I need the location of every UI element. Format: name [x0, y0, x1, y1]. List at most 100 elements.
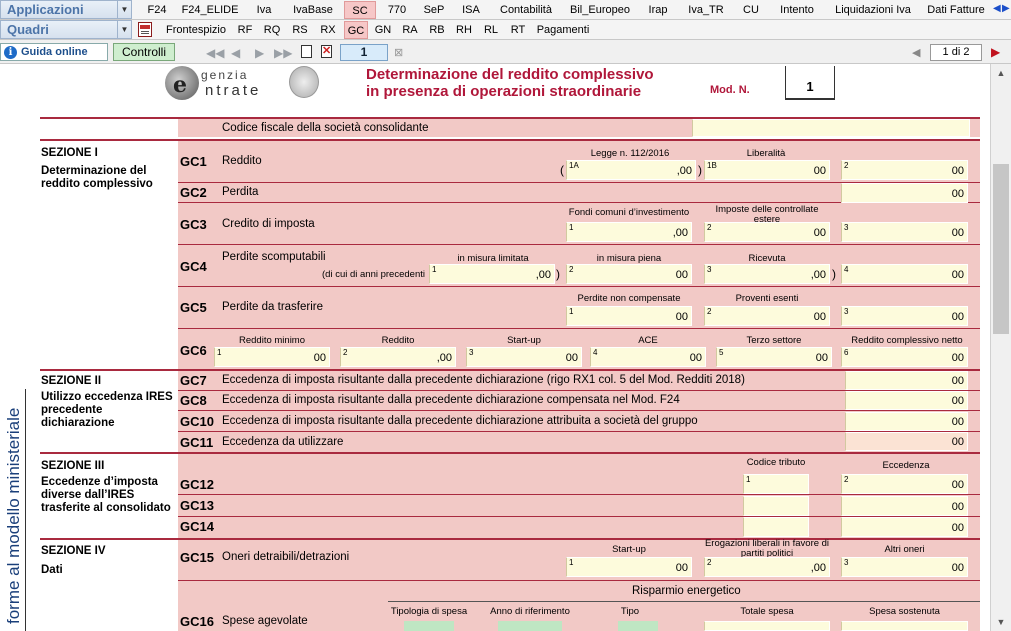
scroll-left-icon[interactable]: ◀ [993, 3, 1001, 14]
tab-irap[interactable]: Irap [640, 1, 676, 19]
tab-rt[interactable]: RT [506, 21, 530, 39]
tab-f24[interactable]: F24 [140, 1, 174, 19]
gc3-col3-field[interactable]: 3 00 [841, 222, 968, 242]
pdf-icon[interactable] [138, 22, 152, 37]
tab-ivabase[interactable]: IvaBase [285, 1, 341, 19]
gc4-col4-field[interactable]: 4 00 [841, 264, 968, 284]
mod-n-field[interactable]: 1 [785, 66, 835, 100]
page-prev-icon[interactable]: ◀ [912, 46, 920, 59]
chevron-down-icon[interactable]: ▼ [117, 1, 131, 18]
gc8-field[interactable]: 00 [845, 391, 968, 410]
cf-field[interactable] [692, 119, 970, 137]
gc15-col1-field[interactable]: 1 00 [566, 557, 692, 577]
gc5-col2-field[interactable]: 2 00 [704, 306, 830, 326]
gc1-col2-field[interactable]: 1B 00 [704, 160, 830, 180]
value: 00 [675, 562, 688, 574]
tab-sc[interactable]: SC [344, 1, 376, 19]
tab-rl[interactable]: RL [479, 21, 503, 39]
scrollbar-thumb[interactable] [993, 164, 1009, 334]
tab-gn[interactable]: GN [371, 21, 395, 39]
gc15-col3-field[interactable]: 3 00 [841, 557, 968, 577]
gc6-col3-field[interactable]: 3 00 [466, 347, 582, 367]
gc7-field[interactable]: 00 [845, 371, 968, 390]
last-page-icon[interactable]: ▶▶ [274, 46, 292, 60]
gc10-field[interactable]: 00 [845, 412, 968, 431]
tab-iva-tr[interactable]: Iva_TR [679, 1, 733, 19]
controlli-button[interactable]: Controlli [113, 43, 175, 61]
tab-rx[interactable]: RX [315, 21, 341, 39]
tab-frontespizio[interactable]: Frontespizio [160, 21, 232, 39]
gc16-col5-field[interactable] [841, 621, 968, 631]
gc16-col5-label: Spesa sostenuta [869, 606, 940, 617]
form-title: Determinazione del reddito complessivo i… [366, 66, 654, 100]
gc1-col1-field[interactable]: 1A ,00 [566, 160, 696, 180]
tab-rf[interactable]: RF [234, 21, 256, 39]
tab-f24-elide[interactable]: F24_ELIDE [177, 1, 243, 19]
tab-liquidazioni-iva[interactable]: Liquidazioni Iva [828, 1, 918, 19]
delete-page-icon[interactable]: ⊠ [394, 46, 403, 59]
gc14-col2-field[interactable]: 00 [841, 517, 968, 537]
tab-rh[interactable]: RH [452, 21, 476, 39]
gc6-col4-field[interactable]: 4 00 [590, 347, 706, 367]
gc6-col2-field[interactable]: 2,00 [340, 347, 456, 367]
gc14-col1-field[interactable] [743, 517, 809, 537]
value: 00 [951, 165, 964, 177]
tab-cu[interactable]: CU [736, 1, 766, 19]
tab-ra[interactable]: RA [398, 21, 422, 39]
applicazioni-dropdown[interactable]: Applicazioni ▼ [0, 0, 132, 19]
prev-page-icon[interactable]: ◀ [231, 46, 240, 60]
tab-dati-fatture[interactable]: Dati Fatture [921, 1, 991, 19]
gc16-col3-field[interactable] [618, 621, 658, 631]
gc13-col1-field[interactable] [743, 496, 809, 516]
scroll-right-icon[interactable]: ▶ [1002, 3, 1010, 14]
value: 00 [951, 311, 964, 323]
tab-iva[interactable]: Iva [246, 1, 282, 19]
value: 00 [951, 501, 964, 513]
code-gc2: GC2 [180, 185, 207, 200]
tab-rq[interactable]: RQ [259, 21, 285, 39]
tab-rs[interactable]: RS [288, 21, 312, 39]
sezione-4-subtitle: Dati [41, 564, 63, 576]
gc4-col3-field[interactable]: 3,00 [704, 264, 830, 284]
quadri-dropdown[interactable]: Quadri ▼ [0, 20, 132, 39]
tab-gc[interactable]: GC [344, 21, 368, 39]
gc4-col2-field[interactable]: 2 00 [566, 264, 692, 284]
vertical-scrollbar[interactable]: ▲ ▼ [990, 64, 1011, 631]
gc6-col5-field[interactable]: 5 00 [716, 347, 832, 367]
tab-isa[interactable]: ISA [453, 1, 489, 19]
tab-rb[interactable]: RB [425, 21, 449, 39]
gc3-col2-field[interactable]: 2 00 [704, 222, 830, 242]
chevron-down-icon[interactable]: ▼ [117, 21, 131, 38]
tab-770[interactable]: 770 [379, 1, 415, 19]
scroll-down-icon[interactable]: ▼ [991, 613, 1011, 631]
tab-pagamenti[interactable]: Pagamenti [533, 21, 593, 39]
gc6-col6-field[interactable]: 6 00 [841, 347, 968, 367]
tab-contabilita[interactable]: Contabilità [492, 1, 560, 19]
page-next-icon[interactable]: ▶ [991, 45, 1000, 59]
gc13-col2-field[interactable]: 00 [841, 496, 968, 516]
gc5-col3-field[interactable]: 3 00 [841, 306, 968, 326]
tab-bil-europeo[interactable]: Bil_Europeo [563, 1, 637, 19]
module-number-field[interactable]: 1 [340, 44, 388, 61]
gc3-col1-field[interactable]: 1,00 [566, 222, 692, 242]
scroll-up-icon[interactable]: ▲ [991, 64, 1011, 82]
gc2-field[interactable]: 00 [841, 183, 968, 203]
gc15-col2-field[interactable]: 2,00 [704, 557, 830, 577]
gc6-col1-field[interactable]: 1 00 [214, 347, 330, 367]
tab-intento[interactable]: Intento [769, 1, 825, 19]
gc1-col3-field[interactable]: 2 00 [841, 160, 968, 180]
gc12-col2-field[interactable]: 2 00 [841, 474, 968, 494]
delete-module-icon[interactable]: ✕ [321, 45, 332, 58]
new-module-icon[interactable] [301, 45, 312, 58]
side-vertical-text: forme al modello ministeriale [4, 407, 23, 624]
gc12-col1-field[interactable]: 1 [743, 474, 809, 494]
gc16-col2-field[interactable] [498, 621, 562, 631]
gc16-col1-field[interactable] [404, 621, 454, 631]
first-page-icon[interactable]: ◀◀ [206, 46, 224, 60]
gc16-col4-field[interactable] [704, 621, 830, 631]
gc5-col1-field[interactable]: 1 00 [566, 306, 692, 326]
guida-online-button[interactable]: i Guida online [0, 43, 108, 61]
next-page-icon[interactable]: ▶ [255, 46, 264, 60]
gc4-col1-field[interactable]: 1,00 [429, 264, 555, 284]
tab-sep[interactable]: SeP [418, 1, 450, 19]
